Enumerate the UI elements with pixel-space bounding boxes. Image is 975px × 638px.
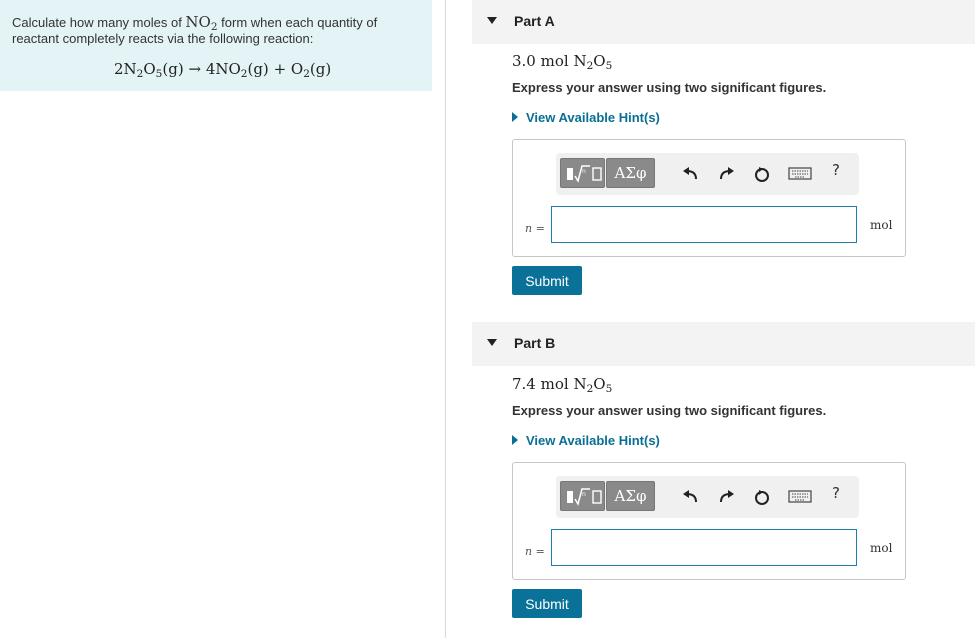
collapse-triangle-icon[interactable]: [487, 339, 497, 346]
svg-text:n: n: [582, 168, 586, 175]
part-a-hint-link[interactable]: View Available Hint(s): [512, 110, 660, 125]
part-b-answer-input[interactable]: [551, 529, 857, 566]
part-b-answer-box: n ΑΣφ ? n = mol: [512, 462, 906, 580]
part-a-submit-button[interactable]: Submit: [512, 266, 582, 295]
part-a-answer-box: n ΑΣφ ? n = mol: [512, 139, 906, 257]
reset-icon[interactable]: [752, 487, 772, 507]
part-b-hint-link[interactable]: View Available Hint(s): [512, 433, 660, 448]
part-a-title: Part A: [514, 13, 555, 29]
expand-arrow-icon: [512, 112, 518, 122]
keyboard-icon[interactable]: [788, 165, 812, 181]
collapse-triangle-icon[interactable]: [487, 17, 497, 24]
math-toolbar: n ΑΣφ ?: [556, 476, 859, 518]
greek-symbols-button[interactable]: ΑΣφ: [606, 481, 655, 511]
problem-text-start: Calculate how many moles of: [12, 15, 186, 30]
redo-icon[interactable]: [716, 164, 736, 184]
redo-icon[interactable]: [716, 487, 736, 507]
problem-panel: Calculate how many moles of NO2 form whe…: [0, 0, 432, 91]
part-a-answer-input[interactable]: [551, 206, 857, 243]
greek-symbols-button[interactable]: ΑΣφ: [606, 158, 655, 188]
part-b-title: Part B: [514, 335, 556, 351]
template-sqrt-icon[interactable]: n: [560, 158, 605, 188]
answer-variable-label: n =: [525, 545, 545, 558]
part-b-instruction: Express your answer using two significan…: [512, 403, 827, 418]
keyboard-icon[interactable]: [788, 488, 812, 504]
part-a-quantity: 3.0 mol N2O5: [512, 52, 613, 72]
reaction-arrow: →: [188, 60, 202, 78]
template-sqrt-icon[interactable]: n: [560, 481, 605, 511]
math-toolbar: n ΑΣφ ?: [556, 153, 859, 195]
panel-divider: [445, 0, 446, 638]
part-a-header[interactable]: Part A: [472, 0, 975, 44]
answer-unit: mol: [870, 218, 893, 232]
reaction-equation: 2N2O5(g) → 4NO2(g) + O2(g): [114, 60, 332, 80]
help-icon[interactable]: ?: [832, 161, 840, 179]
reset-icon[interactable]: [752, 164, 772, 184]
part-b-quantity: 7.4 mol N2O5: [512, 375, 613, 395]
svg-text:n: n: [582, 491, 586, 498]
problem-compound: NO2: [185, 13, 218, 33]
problem-statement: Calculate how many moles of NO2 form whe…: [12, 14, 420, 47]
part-a-instruction: Express your answer using two significan…: [512, 80, 827, 95]
answer-variable-label: n =: [525, 222, 545, 235]
undo-icon[interactable]: [681, 164, 701, 184]
help-icon[interactable]: ?: [832, 484, 840, 502]
undo-icon[interactable]: [681, 487, 701, 507]
part-b-submit-button[interactable]: Submit: [512, 589, 582, 618]
answer-unit: mol: [870, 541, 893, 555]
expand-arrow-icon: [512, 435, 518, 445]
part-b-header[interactable]: Part B: [472, 322, 975, 366]
